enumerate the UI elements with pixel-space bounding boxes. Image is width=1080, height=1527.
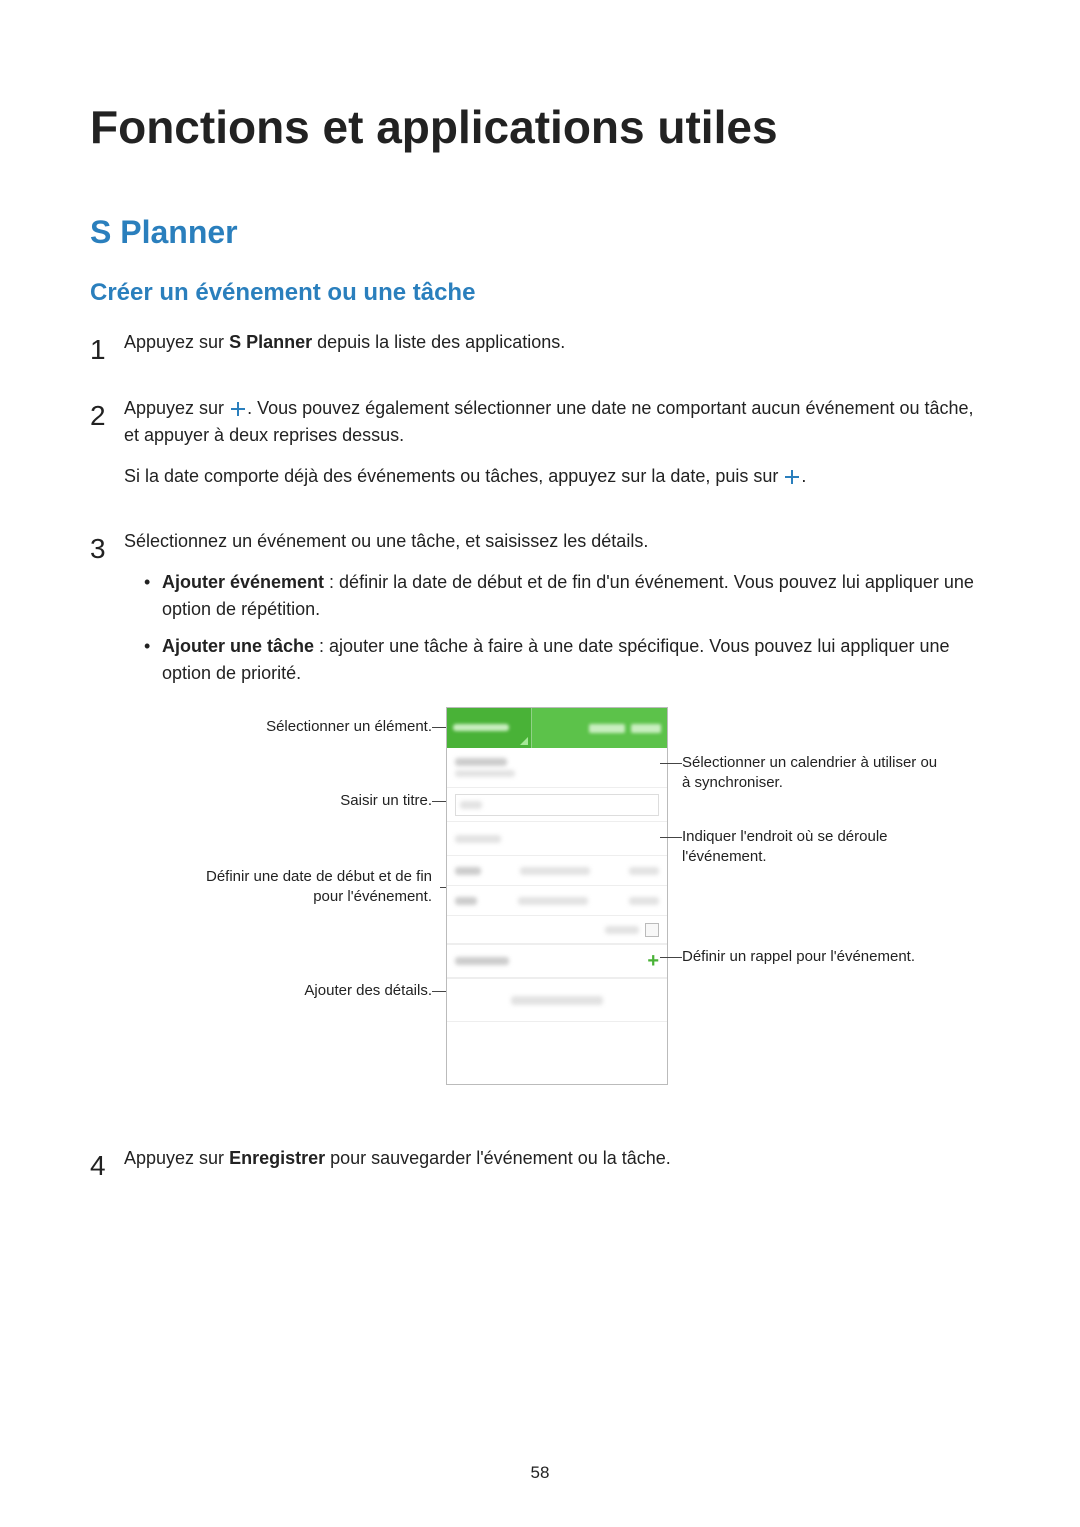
callout-enter-title: Saisir un titre. xyxy=(172,791,432,811)
title-input[interactable] xyxy=(455,794,659,816)
end-date-row[interactable] xyxy=(447,886,667,916)
step-number: 3 xyxy=(90,528,124,1121)
callout-location: Indiquer l'endroit où se déroule l'événe… xyxy=(682,827,942,866)
step-number: 1 xyxy=(90,329,124,371)
cancel-button[interactable] xyxy=(589,724,625,733)
subsection-heading: Créer un événement ou une tâche xyxy=(90,279,990,307)
plus-icon xyxy=(229,400,247,418)
bullet-add-event: Ajouter événement : définir la date de d… xyxy=(144,569,990,623)
reminder-row[interactable]: + xyxy=(447,944,667,978)
plus-icon xyxy=(783,468,801,486)
add-reminder-icon[interactable]: + xyxy=(647,946,659,976)
section-heading: S Planner xyxy=(90,214,990,251)
step-4-text: Appuyez sur Enregistrer pour sauvegarder… xyxy=(124,1145,990,1172)
phone-mockup: + xyxy=(446,707,668,1085)
calendar-selector[interactable] xyxy=(447,748,667,788)
step-1: 1 Appuyez sur S Planner depuis la liste … xyxy=(90,329,990,371)
title-input-row xyxy=(447,788,667,822)
page-title: Fonctions et applications utiles xyxy=(90,100,990,154)
view-more-options[interactable] xyxy=(447,978,667,1022)
bullet-add-task: Ajouter une tâche : ajouter une tâche à … xyxy=(144,633,990,687)
step-3-intro: Sélectionnez un événement ou une tâche, … xyxy=(124,528,990,555)
step-2: 2 Appuyez sur . Vous pouvez également sé… xyxy=(90,395,990,504)
callout-select-calendar: Sélectionner un calendrier à utiliser ou… xyxy=(682,753,942,792)
callout-set-dates: Définir une date de début et de fin pour… xyxy=(172,867,432,906)
step-2-p1: Appuyez sur . Vous pouvez également séle… xyxy=(124,395,990,449)
form-type-dropdown[interactable] xyxy=(447,708,532,748)
step-4: 4 Appuyez sur Enregistrer pour sauvegard… xyxy=(90,1145,990,1187)
step-number: 2 xyxy=(90,395,124,504)
all-day-toggle[interactable] xyxy=(447,916,667,944)
step-1-text: Appuyez sur S Planner depuis la liste de… xyxy=(124,329,990,356)
callout-select-item: Sélectionner un élément. xyxy=(172,717,432,737)
callout-add-details: Ajouter des détails. xyxy=(172,981,432,1001)
start-date-row[interactable] xyxy=(447,856,667,886)
callout-reminder: Définir un rappel pour l'événement. xyxy=(682,947,942,967)
step-2-p2: Si la date comporte déjà des événements … xyxy=(124,463,990,490)
step-3: 3 Sélectionnez un événement ou une tâche… xyxy=(90,528,990,1121)
form-diagram: Sélectionner un élément. Saisir un titre… xyxy=(124,707,990,1085)
page-number: 58 xyxy=(531,1463,550,1483)
location-input[interactable] xyxy=(447,822,667,856)
save-button[interactable] xyxy=(631,724,661,733)
checkbox-icon[interactable] xyxy=(645,923,659,937)
step-number: 4 xyxy=(90,1145,124,1187)
